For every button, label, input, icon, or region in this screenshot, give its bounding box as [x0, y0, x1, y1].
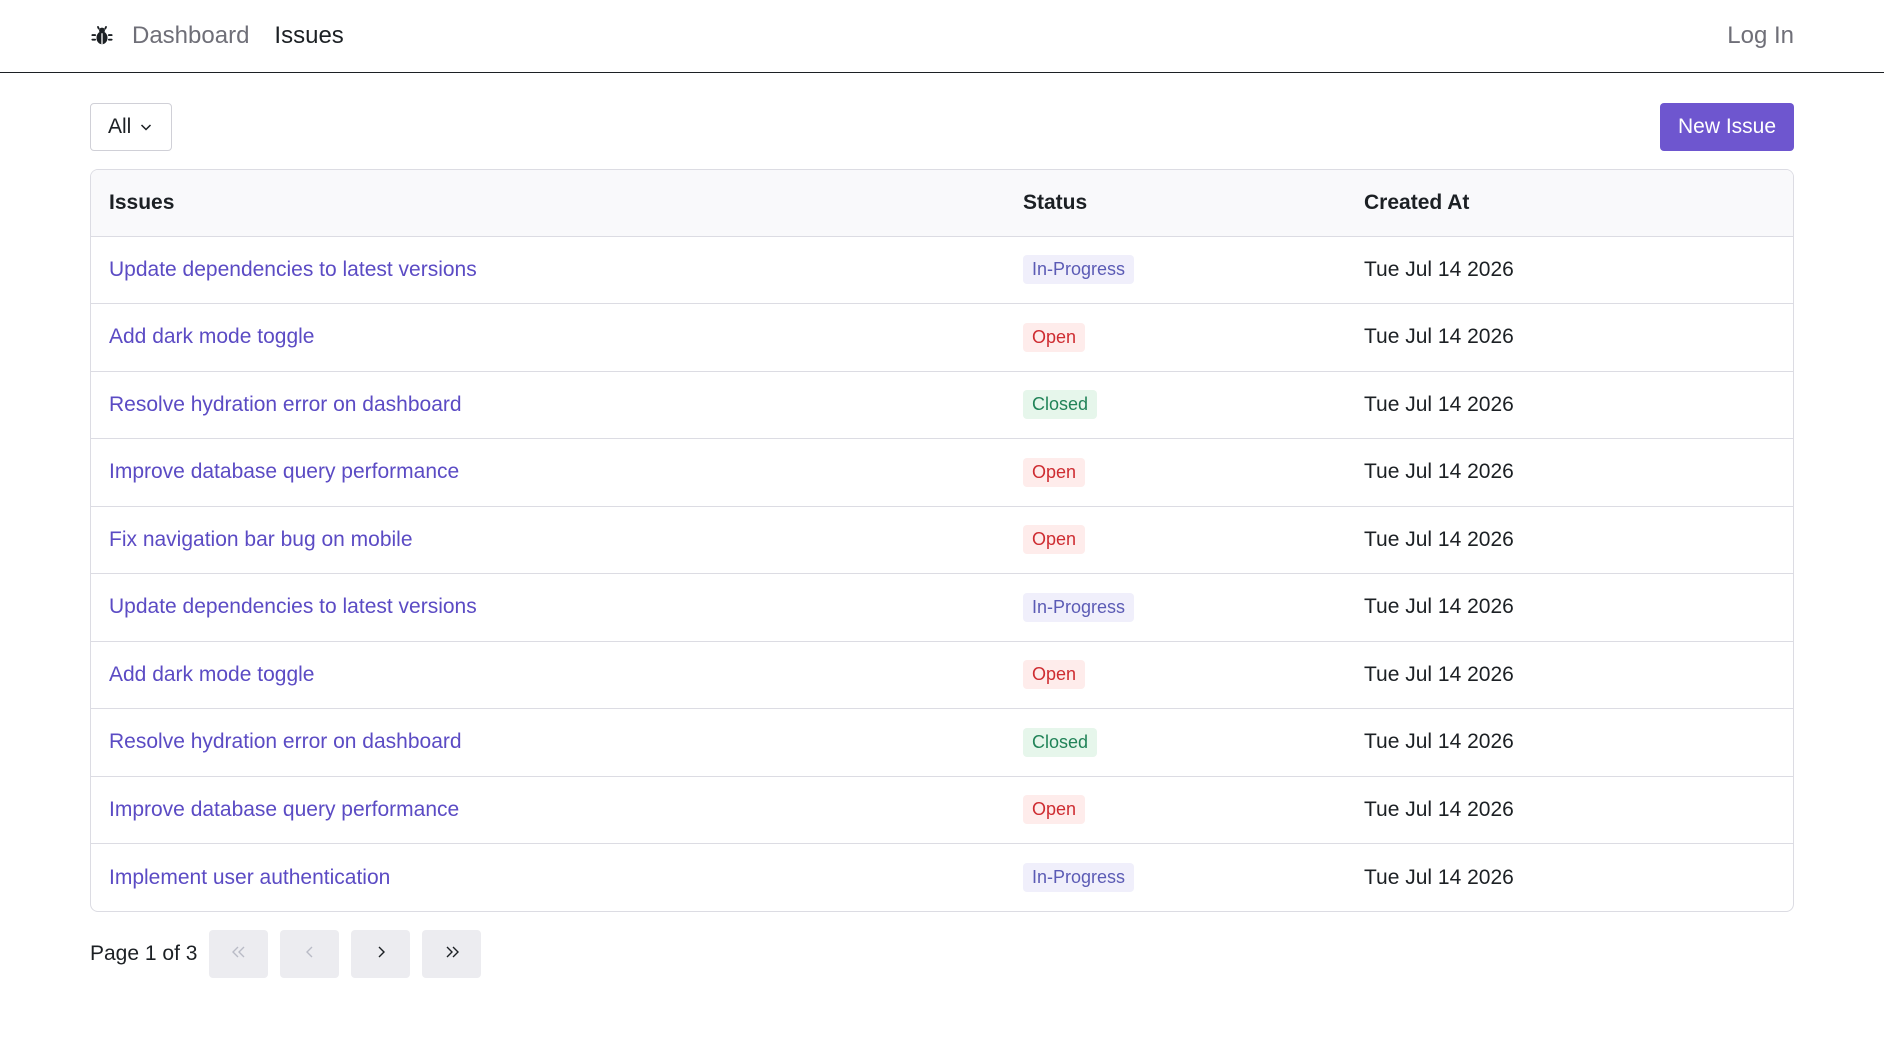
status-badge: Open — [1023, 660, 1086, 690]
status-badge: Open — [1023, 457, 1086, 487]
column-header-created-at[interactable]: Created At — [1364, 170, 1793, 236]
created-at-cell: Tue Jul 14 2026 — [1364, 235, 1793, 304]
issue-title-link[interactable]: Resolve hydration error on dashboard — [109, 730, 462, 753]
issue-cell: Fix navigation bar bug on mobile — [91, 505, 1023, 574]
created-at-cell: Tue Jul 14 2026 — [1364, 573, 1793, 641]
issues-table: Issues Status Created At Update dependen… — [90, 169, 1794, 912]
next-page-button[interactable] — [351, 930, 411, 978]
status-cell: Closed — [1023, 370, 1364, 439]
status-badge: Open — [1023, 525, 1086, 555]
status-cell: Open — [1023, 438, 1364, 506]
status-cell: Open — [1023, 640, 1364, 709]
created-at-cell: Tue Jul 14 2026 — [1364, 303, 1793, 371]
page-indicator: Page 1 of 3 — [90, 942, 198, 965]
status-badge: In-Progress — [1023, 592, 1135, 622]
last-page-button[interactable] — [422, 930, 482, 978]
nav-link-dashboard[interactable]: Dashboard — [132, 22, 249, 50]
chevron-down-icon — [139, 120, 153, 134]
table-header-row: Issues Status Created At — [91, 170, 1793, 236]
status-filter-value: All — [108, 115, 132, 138]
status-badge: In-Progress — [1023, 255, 1135, 285]
created-at-cell: Tue Jul 14 2026 — [1364, 843, 1793, 911]
issue-cell: Improve database query performance — [91, 438, 1023, 506]
status-cell: Closed — [1023, 708, 1364, 776]
status-badge: Closed — [1023, 727, 1098, 757]
toolbar: All New Issue — [90, 103, 1794, 151]
table-row: Fix navigation bar bug on mobile Open Tue … — [91, 505, 1793, 574]
nav-link-issues[interactable]: Issues — [274, 22, 343, 50]
issue-title-link[interactable]: Resolve hydration error on dashboard — [109, 393, 462, 416]
status-badge: Open — [1023, 322, 1086, 352]
created-at-cell: Tue Jul 14 2026 — [1364, 640, 1793, 709]
pagination: Page 1 of 3 — [90, 930, 493, 978]
table-row: Resolve hydration error on dashboard Clos… — [91, 708, 1793, 776]
created-at-cell: Tue Jul 14 2026 — [1364, 775, 1793, 844]
created-at-cell: Tue Jul 14 2026 — [1364, 708, 1793, 776]
table-row: Resolve hydration error on dashboard Clos… — [91, 370, 1793, 439]
bug-icon[interactable] — [90, 24, 114, 48]
created-at-cell: Tue Jul 14 2026 — [1364, 370, 1793, 439]
table-row: Update dependencies to latest versions In… — [91, 573, 1793, 641]
issue-title-link[interactable]: Improve database query performance — [109, 460, 459, 483]
status-badge: Closed — [1023, 390, 1098, 420]
issue-title-link[interactable]: Improve database query performance — [109, 798, 459, 821]
issue-title-link[interactable]: Update dependencies to latest versions — [109, 258, 477, 281]
status-badge: In-Progress — [1023, 863, 1135, 892]
issue-cell: Resolve hydration error on dashboard — [91, 708, 1023, 776]
issue-cell: Add dark mode toggle — [91, 640, 1023, 709]
navbar: Dashboard Issues Log In — [0, 0, 1884, 73]
navbar-inner: Dashboard Issues Log In — [90, 0, 1794, 72]
issue-title-link[interactable]: Implement user authentication — [109, 866, 390, 889]
issue-cell: Resolve hydration error on dashboard — [91, 370, 1023, 439]
previous-page-icon — [302, 944, 318, 965]
table-row: Improve database query performance Open Tu… — [91, 775, 1793, 844]
status-cell: In-Progress — [1023, 843, 1364, 911]
table-row: Add dark mode toggle Open Tue Jul 14 2026 — [91, 640, 1793, 709]
status-cell: In-Progress — [1023, 573, 1364, 641]
status-cell: In-Progress — [1023, 235, 1364, 304]
next-page-icon — [373, 944, 389, 965]
status-cell: Open — [1023, 303, 1364, 371]
last-page-icon — [442, 944, 462, 965]
issue-cell: Improve database query performance — [91, 775, 1023, 844]
column-header-issues[interactable]: Issues — [91, 170, 1023, 236]
first-page-icon — [229, 944, 249, 965]
issue-cell: Implement user authentication — [91, 843, 1023, 911]
login-link[interactable]: Log In — [1727, 22, 1794, 50]
status-cell: Open — [1023, 505, 1364, 574]
issue-title-link[interactable]: Add dark mode toggle — [109, 325, 314, 348]
table-row: Add dark mode toggle Open Tue Jul 14 2026 — [91, 303, 1793, 371]
created-at-cell: Tue Jul 14 2026 — [1364, 505, 1793, 574]
created-at-cell: Tue Jul 14 2026 — [1364, 438, 1793, 506]
column-header-status[interactable]: Status — [1023, 170, 1364, 236]
table-row: Implement user authentication In-Progress… — [91, 843, 1793, 911]
previous-page-button[interactable] — [280, 930, 340, 978]
table-row: Update dependencies to latest versions In… — [91, 235, 1793, 304]
first-page-button[interactable] — [209, 930, 269, 978]
new-issue-button[interactable]: New Issue — [1660, 103, 1794, 151]
issue-title-link[interactable]: Add dark mode toggle — [109, 663, 314, 686]
issue-cell: Update dependencies to latest versions — [91, 235, 1023, 304]
issue-title-link[interactable]: Fix navigation bar bug on mobile — [109, 528, 413, 551]
status-filter-select[interactable]: All — [90, 103, 172, 151]
status-badge: Open — [1023, 795, 1086, 825]
status-cell: Open — [1023, 775, 1364, 844]
issue-cell: Update dependencies to latest versions — [91, 573, 1023, 641]
issue-title-link[interactable]: Update dependencies to latest versions — [109, 595, 477, 618]
issue-cell: Add dark mode toggle — [91, 303, 1023, 371]
table-row: Improve database query performance Open Tu… — [91, 438, 1793, 506]
